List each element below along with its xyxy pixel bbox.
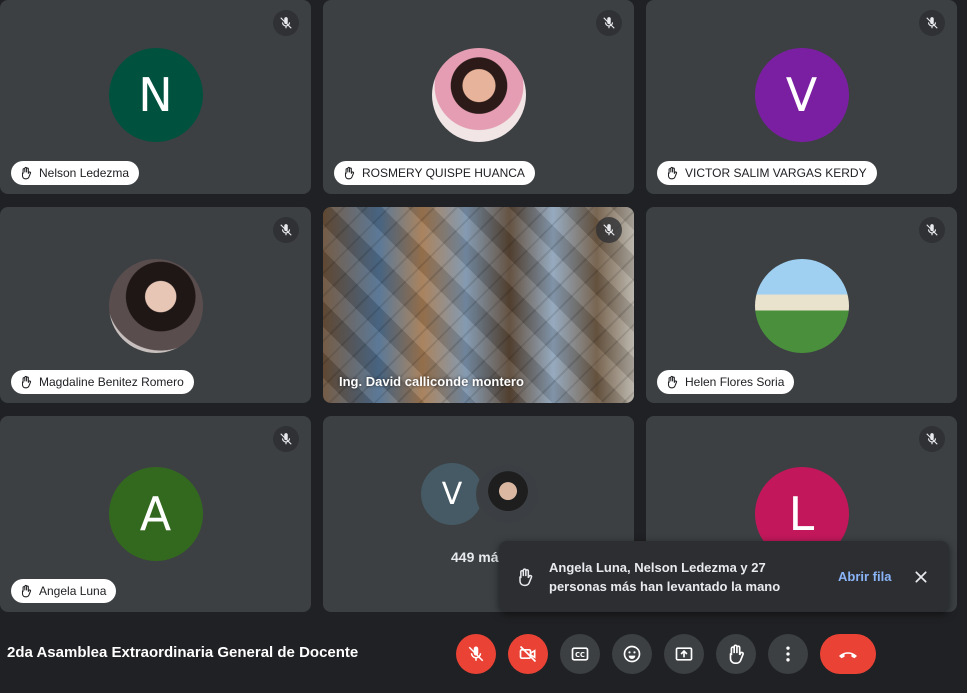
end-call-icon [839, 652, 857, 659]
raised-hand-icon [667, 375, 678, 389]
name-pill: VICTOR SALIM VARGAS KERDY [657, 161, 877, 185]
notification-text: Angela Luna, Nelson Ledezma y 27 persona… [549, 559, 781, 594]
more-participants-label: 449 más [451, 549, 507, 565]
raised-hand-icon [21, 166, 32, 180]
mic-off-icon [919, 10, 945, 36]
svg-text:CC: CC [575, 651, 585, 659]
more-options-icon [786, 646, 790, 662]
avatar: V [754, 48, 849, 142]
captions-button[interactable]: CC [560, 634, 600, 674]
emoji-icon [623, 645, 641, 663]
mic-off-icon [273, 217, 299, 243]
name-pill: Helen Flores Soria [657, 370, 795, 394]
end-call-button[interactable] [820, 634, 876, 674]
raised-hand-icon [344, 166, 355, 180]
participant-tile-rosmery[interactable]: ROSMERY QUISPE HUANCA [323, 0, 634, 194]
mic-off-icon [596, 217, 622, 243]
camera-toggle-button[interactable] [508, 634, 548, 674]
avatar [108, 259, 203, 353]
camera-off-icon [519, 645, 537, 663]
more-options-button[interactable] [768, 634, 808, 674]
name-pill: ROSMERY QUISPE HUANCA [334, 161, 535, 185]
avatar: N [108, 48, 203, 142]
participant-tile-david-video[interactable]: Ing. David calliconde montero [323, 207, 634, 403]
participant-tile-angela[interactable]: A Angela Luna [0, 416, 311, 612]
mic-off-icon [919, 426, 945, 452]
name-pill: Magdaline Benitez Romero [11, 370, 194, 394]
raised-hand-icon [667, 166, 678, 180]
participant-tile-victor[interactable]: V VICTOR SALIM VARGAS KERDY [646, 0, 957, 194]
avatar [476, 463, 540, 525]
avatar [431, 48, 526, 142]
avatar: V [421, 463, 483, 525]
raise-hand-button[interactable] [716, 634, 756, 674]
reactions-button[interactable] [612, 634, 652, 674]
avatar: A [108, 467, 203, 561]
name-pill: Nelson Ledezma [11, 161, 140, 185]
captions-icon: CC [571, 647, 589, 661]
mic-toggle-button[interactable] [456, 634, 496, 674]
mic-off-icon [919, 217, 945, 243]
participant-tile-nelson[interactable]: N Nelson Ledezma [0, 0, 311, 194]
participant-name: Ing. David calliconde montero [339, 374, 524, 389]
raised-hand-icon [21, 584, 32, 598]
mic-off-icon [273, 10, 299, 36]
mic-off-icon [468, 646, 484, 662]
participant-tile-helen[interactable]: Helen Flores Soria [646, 207, 957, 403]
raised-hands-notification: Angela Luna, Nelson Ledezma y 27 persona… [499, 541, 949, 612]
raise-hand-icon [729, 644, 744, 664]
mic-off-icon [273, 426, 299, 452]
meeting-title: 2da Asamblea Extraordinaria General de D… [7, 644, 359, 661]
avatar [754, 259, 849, 353]
name-pill: Angela Luna [11, 579, 117, 603]
raised-hand-icon [21, 375, 32, 389]
participant-tile-magdaline[interactable]: Magdaline Benitez Romero [0, 207, 311, 403]
present-screen-button[interactable] [664, 634, 704, 674]
close-icon[interactable] [909, 565, 933, 589]
open-queue-button[interactable]: Abrir fila [838, 569, 891, 584]
raised-hand-icon [519, 567, 533, 586]
present-screen-icon [675, 647, 693, 661]
mic-off-icon [596, 10, 622, 36]
